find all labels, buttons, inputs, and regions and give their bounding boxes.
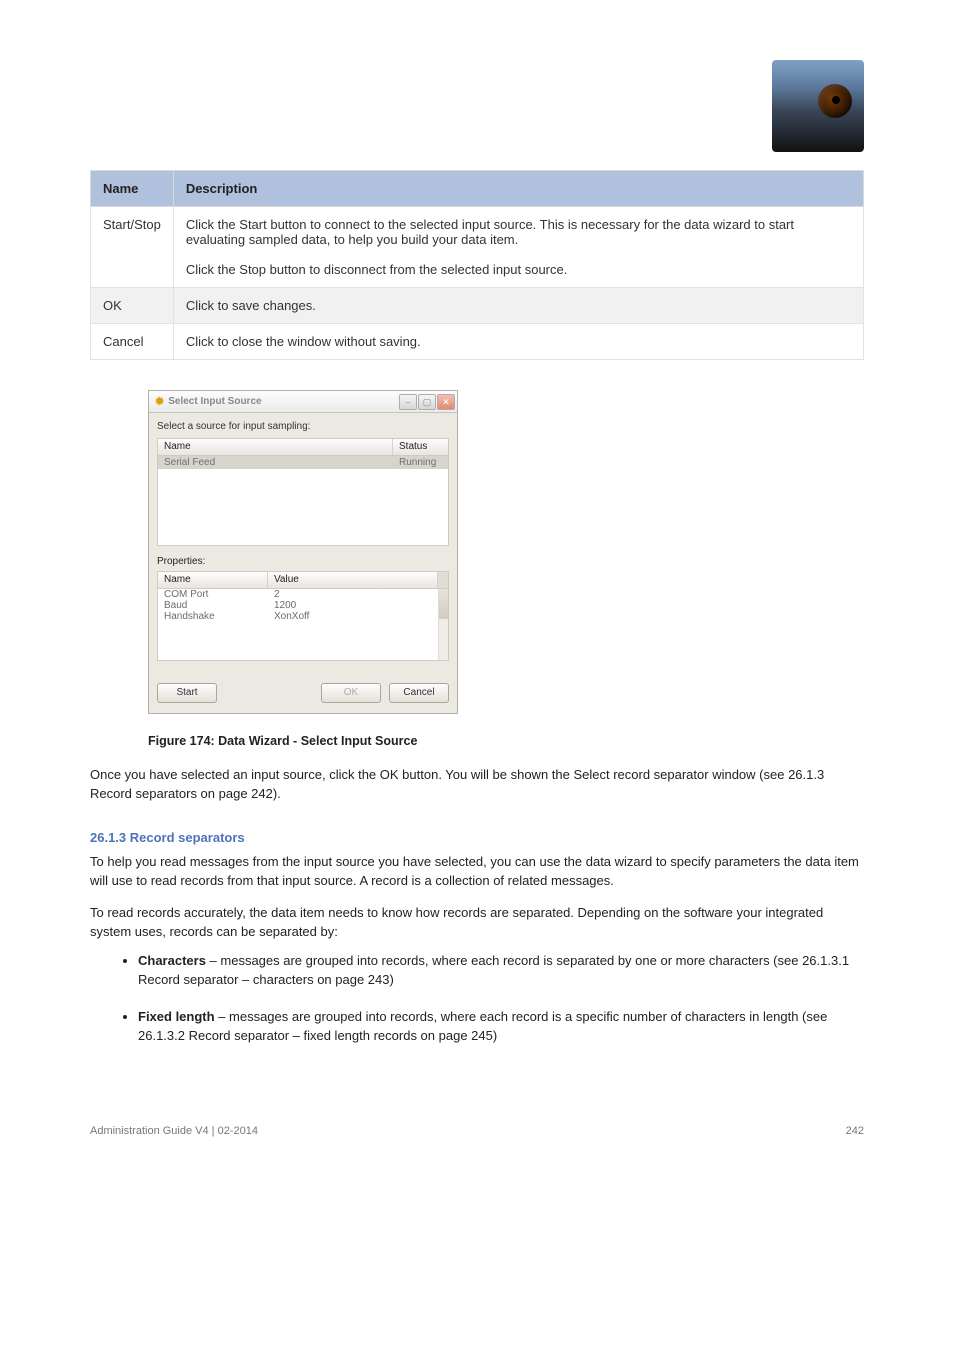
embedded-screenshot: ✹ Select Input Source – ▢ ✕ Select a sou…: [148, 390, 864, 714]
property-row: Handshake XonXoff: [158, 611, 438, 622]
table-header-name: Name: [91, 171, 174, 207]
cancel-button[interactable]: Cancel: [389, 683, 449, 703]
close-button[interactable]: ✕: [437, 394, 455, 410]
dialog-titlebar: ✹ Select Input Source – ▢ ✕: [149, 391, 457, 413]
footer-left: Administration Guide V4 | 02-2014: [90, 1125, 258, 1137]
buttons-description-table: Name Description Start/Stop Click the St…: [90, 170, 864, 360]
bullet-rest: – messages are grouped into records, whe…: [138, 953, 849, 987]
property-row: COM Port 2: [158, 589, 438, 600]
paragraph: Once you have selected an input source, …: [90, 766, 864, 804]
property-row: Baud 1200: [158, 600, 438, 611]
table-cell-description: Click to close the window without saving…: [173, 324, 863, 360]
list-item: Characters – messages are grouped into r…: [138, 952, 864, 990]
source-list[interactable]: Serial Feed Running: [157, 456, 449, 546]
section-heading-record-separators: 26.1.3 Record separators: [90, 830, 864, 845]
minimize-button[interactable]: –: [399, 394, 417, 410]
table-cell-name: Cancel: [91, 324, 174, 360]
table-header-description: Description: [173, 171, 863, 207]
maximize-button[interactable]: ▢: [418, 394, 436, 410]
start-button[interactable]: Start: [157, 683, 217, 703]
property-value: 1200: [268, 600, 438, 611]
bullet-lead: Fixed length: [138, 1009, 215, 1024]
select-input-source-dialog: ✹ Select Input Source – ▢ ✕ Select a sou…: [148, 390, 458, 714]
scrollbar[interactable]: [438, 589, 448, 660]
bullet-rest: – messages are grouped into records, whe…: [138, 1009, 827, 1043]
footer-page-number: 242: [846, 1125, 864, 1137]
prop-header-scroll-gutter: [438, 572, 448, 588]
property-name: COM Port: [158, 589, 268, 600]
brand-logo: [772, 60, 864, 152]
property-name: Handshake: [158, 611, 268, 622]
source-header-name: Name: [158, 439, 393, 455]
table-cell-description: Click to save changes.: [173, 288, 863, 324]
source-header-status: Status: [393, 439, 448, 455]
prop-header-name: Name: [158, 572, 268, 588]
page-footer: Administration Guide V4 | 02-2014 242: [90, 1125, 864, 1137]
source-row-status: Running: [393, 456, 448, 469]
source-list-row[interactable]: Serial Feed Running: [158, 456, 448, 469]
properties-header: Name Value: [157, 571, 449, 589]
bullet-lead: Characters: [138, 953, 206, 968]
source-row-name: Serial Feed: [158, 456, 393, 469]
lightbulb-icon: ✹: [155, 395, 164, 408]
bullet-list: Characters – messages are grouped into r…: [90, 952, 864, 1045]
dialog-instruction: Select a source for input sampling:: [157, 421, 449, 432]
prop-header-value: Value: [268, 572, 438, 588]
source-list-header: Name Status: [157, 438, 449, 456]
property-name: Baud: [158, 600, 268, 611]
property-value: 2: [268, 589, 438, 600]
table-cell-name: Start/Stop: [91, 207, 174, 288]
dialog-title: Select Input Source: [168, 396, 261, 407]
paragraph: To read records accurately, the data ite…: [90, 904, 864, 942]
properties-label: Properties:: [157, 556, 449, 567]
property-value: XonXoff: [268, 611, 438, 622]
table-cell-description: Click the Start button to connect to the…: [173, 207, 863, 288]
ok-button[interactable]: OK: [321, 683, 381, 703]
properties-list: COM Port 2 Baud 1200 Handshake XonXoff: [157, 589, 449, 661]
list-item: Fixed length – messages are grouped into…: [138, 1008, 864, 1046]
table-cell-name: OK: [91, 288, 174, 324]
paragraph: To help you read messages from the input…: [90, 853, 864, 891]
figure-caption: Figure 174: Data Wizard - Select Input S…: [148, 734, 864, 748]
